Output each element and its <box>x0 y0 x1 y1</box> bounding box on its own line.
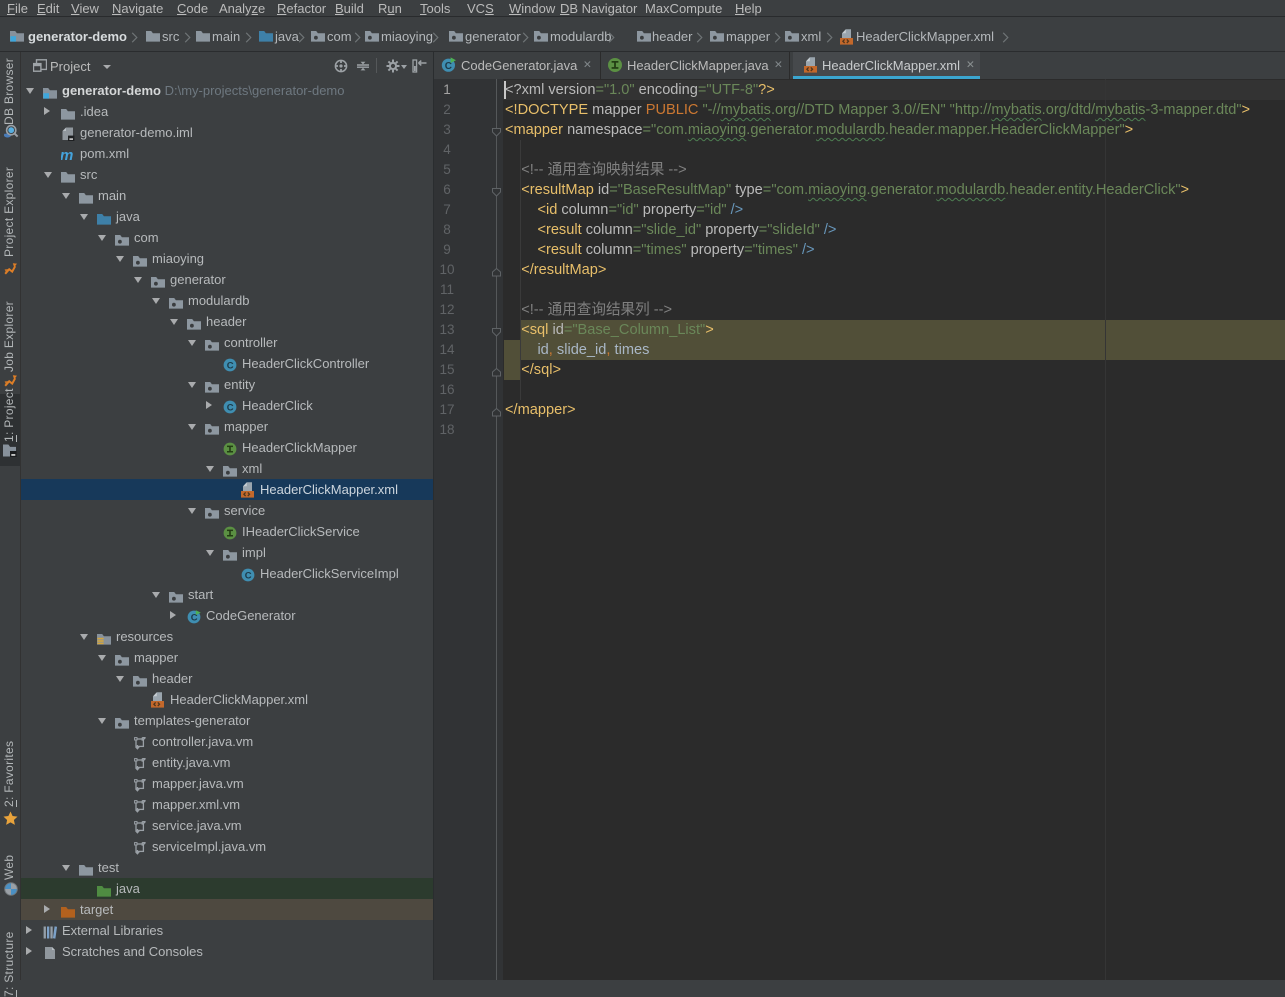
svg-text:m: m <box>61 148 73 162</box>
svg-text:C: C <box>227 360 234 371</box>
svg-text:C: C <box>245 570 252 581</box>
svg-text:C: C <box>227 402 234 413</box>
